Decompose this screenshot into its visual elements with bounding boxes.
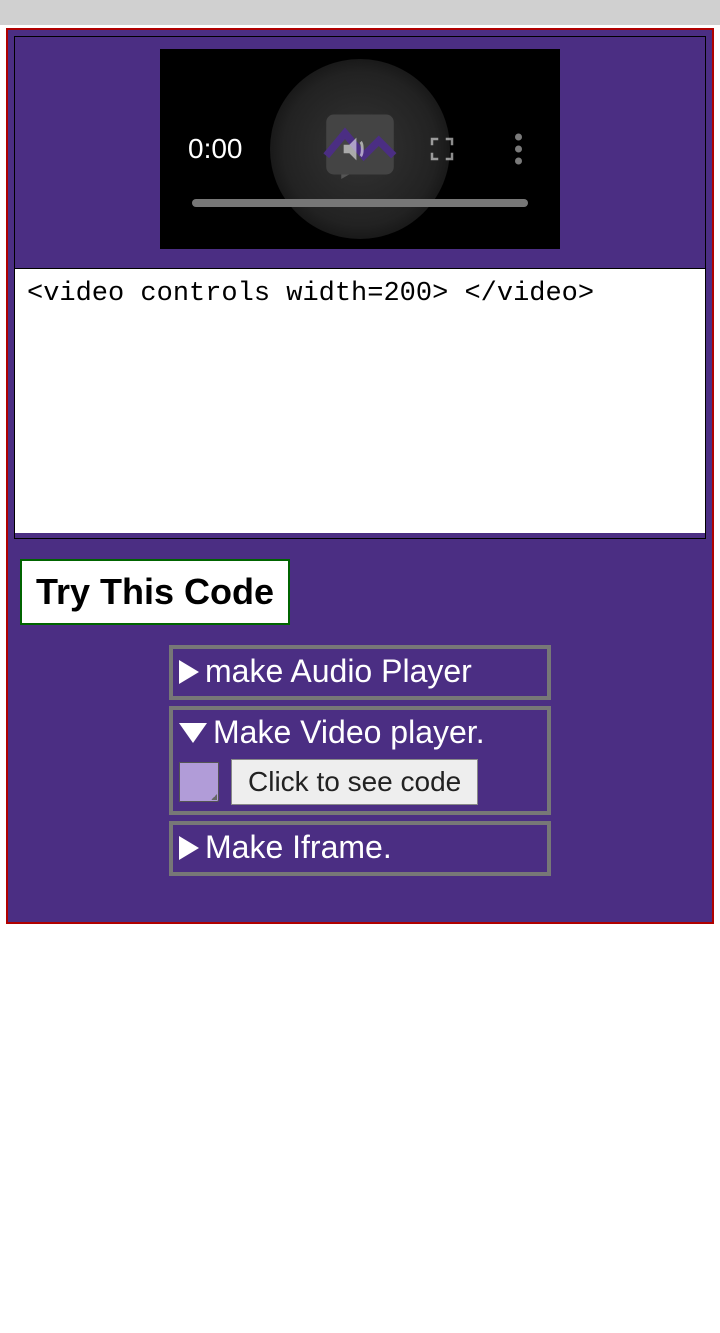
status-bar: [0, 0, 720, 25]
accordion-label: Make Iframe.: [205, 829, 392, 866]
broken-media-icon: [315, 100, 405, 190]
video-time: 0:00: [188, 133, 243, 165]
accordion-header-audio[interactable]: make Audio Player: [179, 653, 541, 690]
code-editor[interactable]: [15, 268, 705, 533]
video-progress-bar[interactable]: [192, 199, 528, 207]
examples-accordion: make Audio Player Make Video player. Cli…: [169, 645, 551, 876]
accordion-item-iframe: Make Iframe.: [169, 821, 551, 876]
see-code-button[interactable]: Click to see code: [231, 759, 478, 805]
accordion-item-audio: make Audio Player: [169, 645, 551, 700]
chevron-right-icon: [179, 836, 199, 860]
accordion-label: make Audio Player: [205, 653, 472, 690]
chevron-right-icon: [179, 660, 199, 684]
accordion-header-iframe[interactable]: Make Iframe.: [179, 829, 541, 866]
chevron-down-icon: [179, 723, 207, 743]
code-snippet-box[interactable]: [179, 762, 219, 802]
accordion-body-video: Click to see code: [179, 759, 541, 805]
try-code-button[interactable]: Try This Code: [20, 559, 290, 625]
accordion-label: Make Video player.: [213, 714, 485, 751]
accordion-header-video[interactable]: Make Video player.: [179, 714, 541, 751]
accordion-item-video: Make Video player. Click to see code: [169, 706, 551, 815]
video-player[interactable]: 0:00: [160, 49, 560, 249]
more-options-icon[interactable]: [515, 134, 522, 165]
preview-and-editor: 0:00: [14, 36, 706, 539]
main-panel: 0:00 Try This Code: [6, 28, 714, 924]
video-preview-area: 0:00: [15, 37, 705, 268]
